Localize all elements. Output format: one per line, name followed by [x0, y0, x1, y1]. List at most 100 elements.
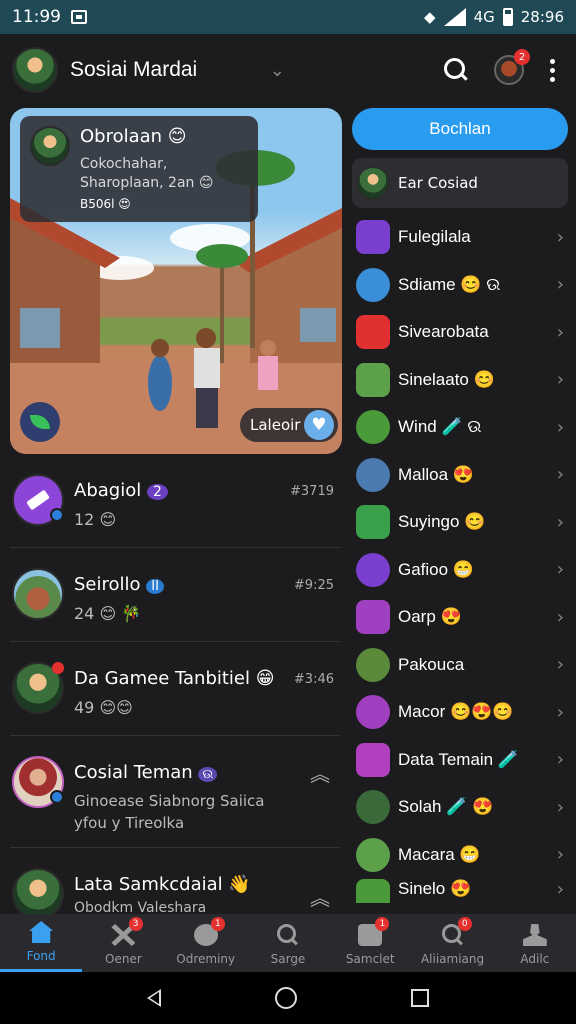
chevron-right-icon: ›	[556, 796, 564, 818]
chat-avatar	[12, 568, 64, 620]
item-label: Suyingo 😊	[398, 512, 486, 531]
right-list-item[interactable]: Fulegilala ›	[356, 214, 568, 260]
chevron-up-icon[interactable]: ︽	[310, 758, 330, 787]
item-icon	[356, 457, 390, 492]
right-list-item[interactable]: Sivearobata ›	[356, 309, 568, 355]
chevron-right-icon: ›	[556, 416, 564, 438]
item-icon	[356, 220, 390, 254]
recents-icon[interactable]	[411, 989, 429, 1007]
like-button[interactable]: Laleoir ♥	[240, 408, 338, 442]
right-list-item[interactable]: Macor 😊😍😊 ›	[356, 689, 568, 735]
item-label: Sinelaato 😊	[398, 369, 495, 389]
nav-odreminy[interactable]: 1 Odreminy	[165, 914, 247, 972]
nav-aliiamiang[interactable]: 0 Aliiamiang	[411, 914, 493, 972]
right-list-item[interactable]: Sinelaato 😊 ›	[356, 357, 568, 403]
like-label: Laleoir	[250, 416, 301, 434]
chat-name: Seirollo II	[74, 574, 164, 595]
profile-button[interactable]: 2	[494, 49, 530, 85]
home-icon	[29, 921, 54, 943]
more-options-icon[interactable]	[550, 58, 556, 82]
nav-badge: 0	[457, 917, 472, 931]
chat-avatar	[12, 474, 64, 526]
chevron-up-icon[interactable]: ︽	[310, 882, 330, 911]
nav-samclet[interactable]: 1 Samclet	[329, 914, 411, 972]
nav-label: Fond	[26, 949, 56, 963]
leaf-icon[interactable]	[20, 402, 60, 442]
bochlan-button[interactable]: Bochlan	[352, 108, 568, 150]
item-icon	[356, 552, 390, 587]
chat-preview: 12 😊	[74, 510, 117, 529]
status-bar: 11:99 ◆ 4G 28:96	[0, 0, 576, 34]
social-avatar	[356, 166, 390, 200]
chevron-right-icon: ›	[556, 369, 564, 390]
home-button-icon[interactable]	[275, 987, 297, 1009]
chevron-right-icon: ›	[556, 274, 564, 295]
right-list-item[interactable]: Solah 🧪 😍 ›	[356, 784, 568, 830]
featured-card[interactable]: Obrolaan 😊 Cokochahar, Sharoplaan, 2an 😊…	[10, 108, 342, 454]
nav-label: Samclet	[345, 952, 395, 966]
chat-time: #9:25	[293, 578, 334, 593]
chevron-right-icon: ›	[556, 226, 564, 248]
heart-icon[interactable]: ♥	[304, 410, 334, 440]
chat-avatar	[12, 756, 64, 808]
nav-badge: 3	[128, 917, 143, 931]
item-icon	[356, 315, 390, 349]
bottom-navigation: Fond 3 Oener 1 Odreminy Sarge 1 Samclet …	[0, 914, 576, 972]
right-list-item[interactable]: Sinelo 😍 ›	[356, 879, 568, 903]
chat-name: Abagiol 2	[74, 480, 168, 501]
item-label: Solah 🧪 😍	[398, 797, 494, 816]
item-icon	[356, 600, 390, 634]
item-label: Sinelo 😍	[398, 879, 472, 898]
feature-subtitle: Cokochahar, Sharoplaan, 2an 😊	[80, 156, 214, 191]
nav-label: Adilc	[520, 952, 550, 966]
person-icon	[522, 924, 547, 946]
right-list-item[interactable]: Pakouca ›	[356, 642, 568, 688]
search-icon[interactable]	[444, 58, 468, 82]
right-list-item[interactable]: Oarp 😍 ›	[356, 594, 568, 640]
search-icon	[276, 924, 300, 946]
right-list-item[interactable]: Malloa 😍 ›	[356, 452, 568, 498]
notification-icon	[71, 10, 87, 24]
chevron-down-icon[interactable]: ⌄	[257, 60, 297, 81]
item-label: Malloa 😍	[398, 464, 474, 484]
chat-list-item[interactable]: Lata Samkcdaial 👋 Obodkm Valeshara ︽	[10, 852, 340, 920]
user-avatar[interactable]	[12, 47, 58, 93]
chat-list-item[interactable]: Cosial Teman ଉ Ginoease Siabnorg Saiica y…	[10, 736, 340, 848]
chat-name: Cosial Teman ଉ	[74, 762, 218, 783]
right-list-item[interactable]: Data Temain 🧪 ›	[356, 737, 568, 783]
right-list-item[interactable]: Wind 🧪 ଉ ›	[356, 404, 568, 450]
social-item[interactable]: Ear Cosiad	[352, 158, 568, 208]
nav-label: Odreminy	[176, 952, 236, 966]
nav-adilc[interactable]: Adilc	[494, 914, 576, 972]
chat-preview: 49 😊😊	[74, 698, 133, 717]
app-header: Sosiai Mardai ⌄ 2	[0, 34, 576, 106]
right-list-item[interactable]: Sdiame 😊 ଉ ›	[356, 262, 568, 308]
right-list-item[interactable]: Macara 😁 ›	[356, 832, 568, 878]
item-label: Macara 😁	[398, 844, 481, 864]
back-icon[interactable]	[147, 989, 161, 1007]
nav-search[interactable]: Sarge	[247, 914, 329, 972]
nav-label: Aliiamiang	[420, 952, 485, 966]
feature-avatar	[30, 126, 70, 166]
chevron-right-icon: ›	[556, 321, 564, 343]
right-list-item[interactable]: Suyingo 😊 ›	[356, 499, 568, 545]
wifi-icon: ◆	[424, 8, 436, 26]
chevron-right-icon: ›	[556, 879, 564, 900]
item-icon	[356, 267, 390, 302]
nav-oener[interactable]: 3 Oener	[82, 914, 164, 972]
item-icon	[356, 742, 390, 777]
chat-list-item[interactable]: Seirollo II 24 😊 🎋 #9:25	[10, 548, 340, 642]
chat-name: Da Gamee Tanbitiel 😁	[74, 668, 275, 689]
item-icon	[356, 837, 390, 872]
chat-list-item[interactable]: Abagiol 2 12 😊 #3719	[10, 454, 340, 548]
item-icon	[356, 879, 390, 903]
status-time: 11:99	[12, 7, 61, 27]
right-list-item[interactable]: Gafioo 😁 ›	[356, 547, 568, 593]
item-icon	[356, 647, 390, 682]
status-right-time: 28:96	[520, 8, 564, 26]
item-icon	[356, 362, 390, 397]
chat-list-item[interactable]: Da Gamee Tanbitiel 😁 49 😊😊 #3:46	[10, 642, 340, 736]
item-label: Wind 🧪 ଉ	[398, 417, 482, 436]
nav-home[interactable]: Fond	[0, 914, 83, 972]
feature-small-text: B506l 😍	[80, 197, 131, 211]
